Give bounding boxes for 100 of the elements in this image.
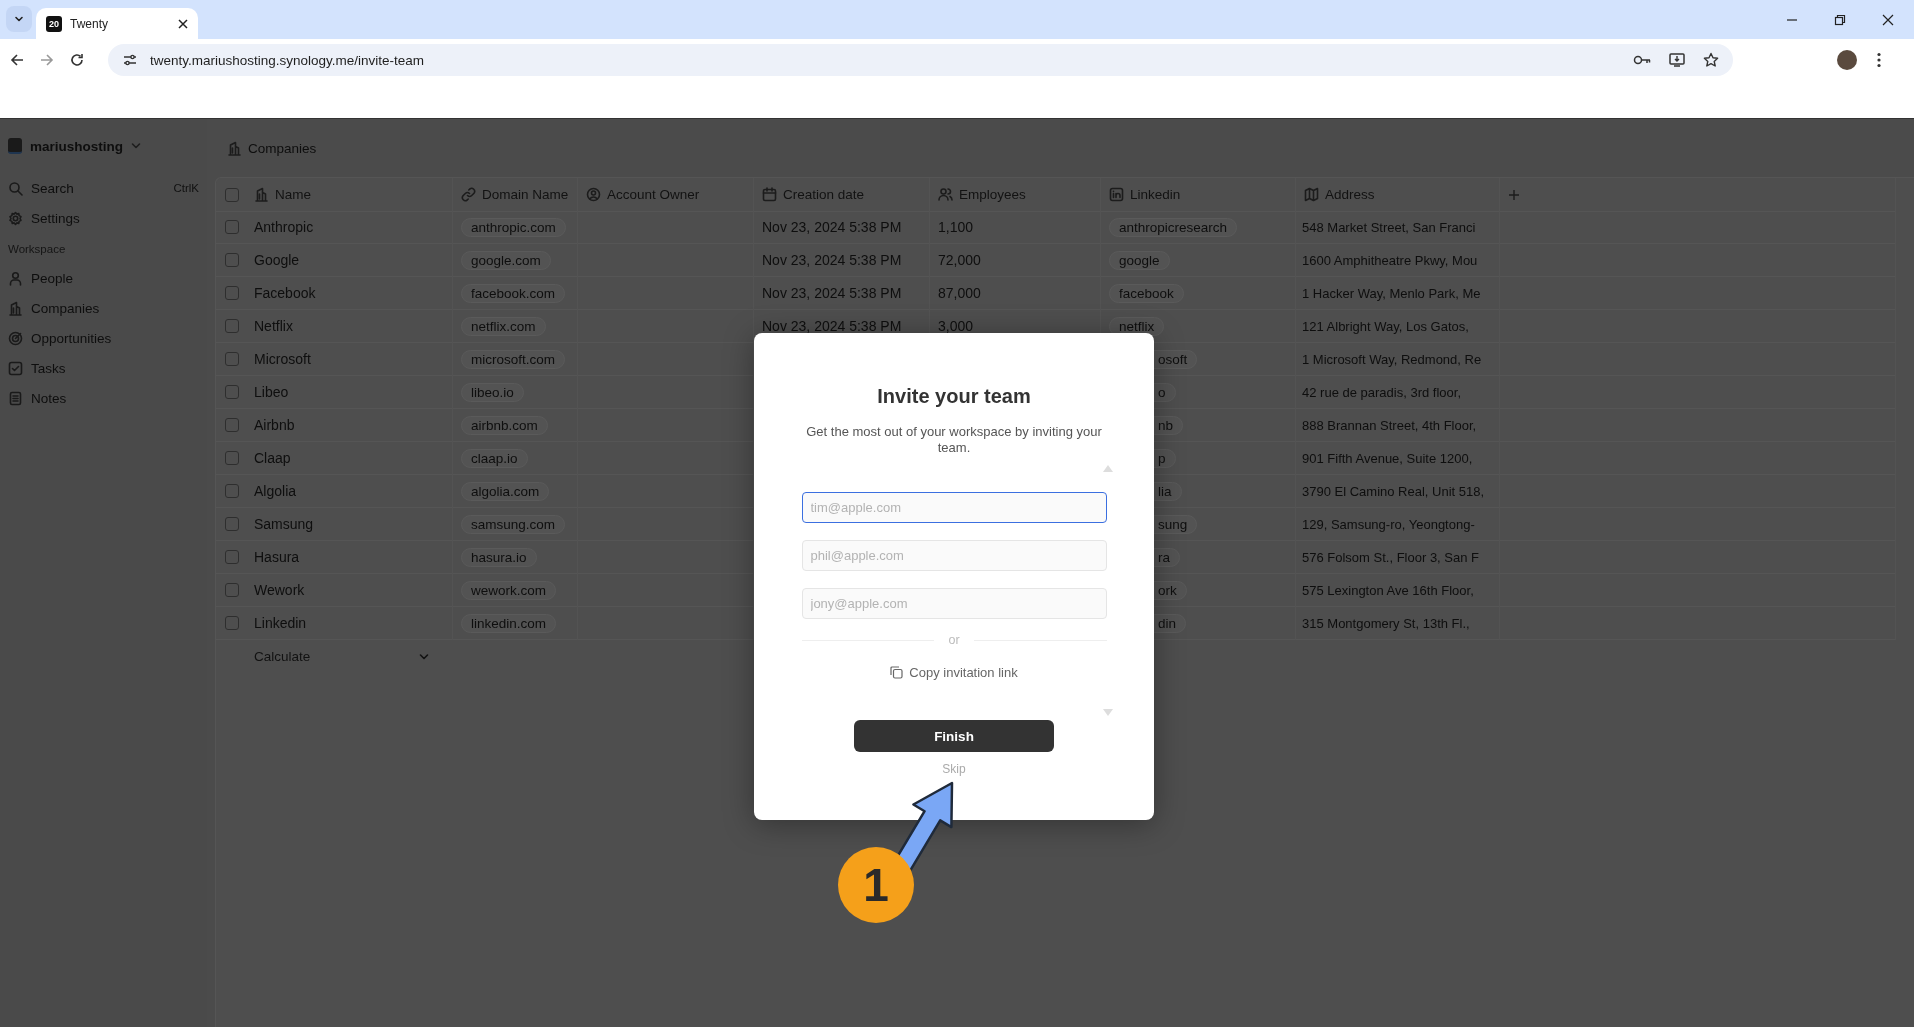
star-icon[interactable] (1703, 52, 1719, 68)
domain-tag[interactable]: wework.com (461, 580, 556, 600)
linkedin-tag[interactable]: netflix (1109, 316, 1165, 336)
building-icon (8, 300, 23, 316)
domain-tag[interactable]: claap.io (461, 448, 528, 468)
table-cell: 1600 Amphitheatre Pkwy, Mou (1296, 244, 1500, 277)
table-cell: 901 Fifth Avenue, Suite 1200, (1296, 442, 1500, 475)
workspace-switcher[interactable]: mariushosting (8, 131, 199, 161)
sidebar-item[interactable]: Notes (8, 383, 199, 413)
sidebar-item[interactable]: Opportunities (8, 323, 199, 353)
table-cell: Anthropic (246, 211, 453, 244)
more-menu-icon[interactable] (1877, 52, 1881, 68)
table-cell: Hasura (246, 541, 453, 574)
row-checkbox[interactable] (225, 583, 239, 597)
domain-tag[interactable]: hasura.io (461, 547, 537, 567)
table-cell: Airbnb (246, 409, 453, 442)
column-header[interactable]: Address (1296, 178, 1500, 212)
row-checkbox[interactable] (225, 319, 239, 333)
map-icon (1304, 187, 1319, 202)
install-icon[interactable] (1669, 52, 1685, 68)
row-checkbox[interactable] (225, 253, 239, 267)
copy-icon (890, 666, 904, 679)
table-cell: Microsoft (246, 343, 453, 376)
domain-tag[interactable]: anthropic.com (461, 217, 566, 237)
column-header[interactable]: Domain Name (453, 178, 578, 212)
key-icon[interactable] (1633, 54, 1651, 66)
domain-tag[interactable]: airbnb.com (461, 415, 548, 435)
sidebar-item[interactable]: People (8, 263, 199, 293)
reload-icon[interactable] (70, 53, 84, 67)
plus-icon[interactable] (1508, 188, 1520, 201)
linkedin-tag[interactable]: google (1109, 250, 1170, 270)
link-icon (461, 187, 476, 202)
table-cell: 1 Hacker Way, Menlo Park, Me (1296, 277, 1500, 310)
sidebar-item[interactable]: Search CtrlK (8, 173, 199, 203)
column-header[interactable]: Account Owner (578, 178, 754, 212)
row-checkbox[interactable] (225, 451, 239, 465)
table-cell: Netflix (246, 310, 453, 343)
forward-arrow-icon[interactable] (40, 53, 54, 67)
tab-favicon: 20 (46, 15, 62, 32)
row-checkbox[interactable] (225, 484, 239, 498)
domain-tag[interactable]: netflix.com (461, 316, 546, 336)
domain-tag[interactable]: microsoft.com (461, 349, 565, 369)
row-checkbox[interactable] (225, 385, 239, 399)
column-header[interactable]: Name (246, 178, 453, 212)
sidebar-item[interactable]: Tasks (8, 353, 199, 383)
restore-icon[interactable] (1834, 13, 1846, 26)
tab-title: Twenty (70, 16, 109, 31)
table-cell: 315 Montgomery St, 13th Fl., (1296, 607, 1500, 640)
table-cell: 548 Market Street, San Franci (1296, 211, 1500, 244)
row-checkbox[interactable] (225, 286, 239, 300)
target-icon (8, 330, 23, 346)
linkedin-tag[interactable]: facebook (1109, 283, 1184, 303)
table-cell: 72,000 (930, 244, 1101, 277)
scroll-down-icon[interactable] (1103, 709, 1113, 716)
calculate-dropdown[interactable]: Calculate (254, 649, 429, 664)
copy-link-button[interactable]: Copy invitation link (888, 663, 1020, 682)
table-cell: Facebook (246, 277, 453, 310)
email-input[interactable]: tim@apple.com (801, 492, 1107, 523)
sidebar-item[interactable]: Companies (8, 293, 199, 323)
column-header[interactable]: Creation date (754, 178, 930, 212)
domain-tag[interactable]: google.com (461, 250, 551, 270)
chevron-down-icon (14, 14, 24, 24)
browser-tab[interactable]: 20 Twenty (36, 8, 198, 39)
table-cell: Claap (246, 442, 453, 475)
tab-list-button[interactable] (6, 6, 32, 32)
row-checkbox[interactable] (225, 550, 239, 564)
row-checkbox[interactable] (225, 616, 239, 630)
chevron-down-icon (419, 651, 429, 662)
site-settings-icon[interactable] (122, 53, 138, 67)
close-icon[interactable] (178, 18, 188, 29)
address-bar[interactable]: twenty.mariushosting.synology.me/invite-team (108, 44, 1733, 76)
table-cell: 121 Albright Way, Los Gatos, (1296, 310, 1500, 343)
profile-avatar[interactable] (1837, 50, 1857, 70)
row-checkbox[interactable] (225, 352, 239, 366)
row-checkbox[interactable] (225, 187, 239, 202)
sidebar-item[interactable]: Settings (8, 203, 199, 233)
domain-tag[interactable]: libeo.io (461, 382, 524, 402)
close-icon[interactable] (1882, 13, 1894, 26)
settings-icon (8, 210, 23, 226)
domain-tag[interactable]: samsung.com (461, 514, 566, 534)
back-arrow-icon[interactable] (10, 53, 24, 67)
linkedin-tag[interactable]: anthropicresearch (1109, 217, 1238, 237)
row-checkbox[interactable] (225, 517, 239, 531)
row-checkbox[interactable] (225, 220, 239, 234)
row-checkbox[interactable] (225, 418, 239, 432)
chevron-down-icon (131, 141, 141, 151)
workspace-name: mariushosting (30, 138, 123, 154)
scroll-up-icon[interactable] (1103, 465, 1113, 472)
column-header[interactable]: Linkedin (1101, 178, 1296, 212)
linkedin-icon (1109, 187, 1124, 202)
building-icon (227, 140, 242, 156)
table-cell: 1 Microsoft Way, Redmond, Re (1296, 343, 1500, 376)
skip-link[interactable]: Skip (938, 760, 970, 778)
finish-button[interactable]: Finish (854, 720, 1054, 752)
domain-tag[interactable]: algolia.com (461, 481, 550, 501)
person-icon (8, 270, 23, 286)
domain-tag[interactable]: linkedin.com (461, 613, 557, 633)
column-header[interactable]: Employees (930, 178, 1101, 212)
table-cell: 129, Samsung-ro, Yeongtong- (1296, 508, 1500, 541)
domain-tag[interactable]: facebook.com (461, 283, 566, 303)
